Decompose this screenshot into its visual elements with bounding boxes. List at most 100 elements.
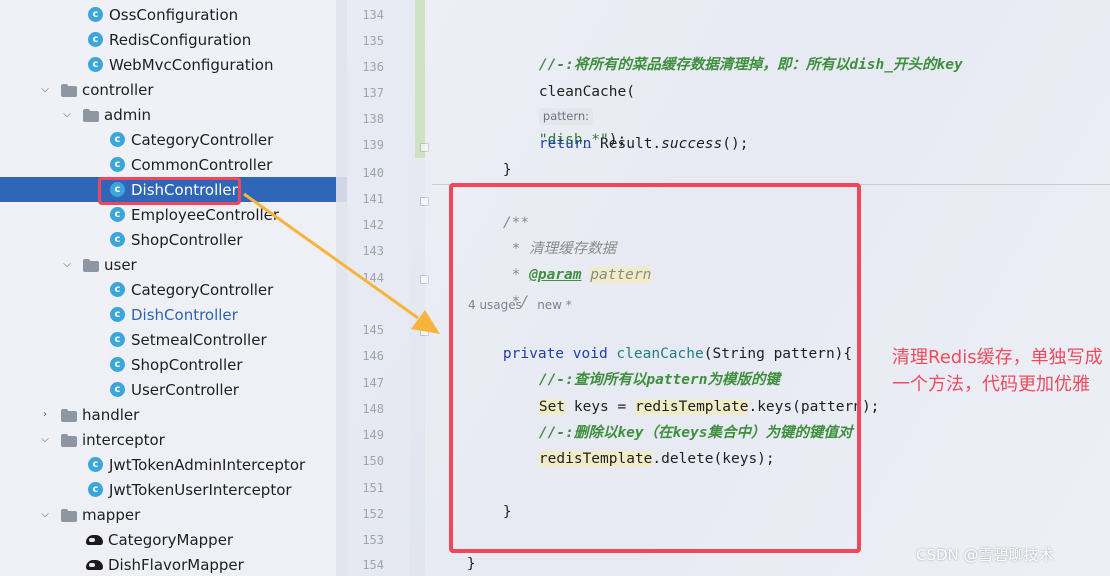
chevron-down-icon[interactable]: ⌵ bbox=[38, 434, 52, 445]
chevron-right-icon[interactable]: › bbox=[38, 409, 52, 420]
vcs-change-marker[interactable] bbox=[415, 0, 425, 158]
tree-item-label: DishController bbox=[131, 305, 238, 324]
class-icon: c bbox=[110, 157, 125, 172]
folder-icon bbox=[82, 108, 100, 122]
tree-item-oss-configuration[interactable]: c OssConfiguration bbox=[0, 2, 347, 27]
class-icon: c bbox=[88, 482, 103, 497]
line-number: 134 bbox=[362, 8, 384, 22]
project-tree: c OssConfiguration c RedisConfiguration … bbox=[0, 0, 347, 576]
closing-brace: } bbox=[502, 162, 512, 178]
line-number: 136 bbox=[362, 60, 384, 74]
line-number: 151 bbox=[362, 481, 384, 495]
class-icon: c bbox=[110, 232, 125, 247]
folder-icon bbox=[60, 433, 78, 447]
line-number: 144 bbox=[362, 271, 384, 285]
tree-folder-admin[interactable]: ⌵ admin bbox=[0, 102, 347, 127]
tree-item-label: SetmealController bbox=[131, 330, 267, 349]
mybatis-bird-icon bbox=[86, 533, 103, 546]
chevron-down-icon[interactable]: ⌵ bbox=[38, 84, 52, 95]
line-number: 135 bbox=[362, 34, 384, 48]
tree-item-label: EmployeeController bbox=[131, 205, 280, 224]
line-number: 152 bbox=[362, 507, 384, 521]
tree-item-category-controller-admin[interactable]: c CategoryController bbox=[0, 127, 347, 152]
static-method: success bbox=[661, 136, 723, 152]
mybatis-bird-icon bbox=[86, 558, 103, 571]
tree-item-jwt-admin-interceptor[interactable]: c JwtTokenAdminInterceptor bbox=[0, 452, 347, 477]
line-number: 149 bbox=[362, 428, 384, 442]
tree-folder-user[interactable]: ⌵ user bbox=[0, 252, 347, 277]
line-number: 148 bbox=[362, 402, 384, 416]
code-punct: (); bbox=[722, 136, 749, 152]
tree-item-label: controller bbox=[82, 80, 154, 99]
line-number: 150 bbox=[362, 454, 384, 468]
line-number: 141 bbox=[362, 192, 384, 206]
tree-item-label: user bbox=[104, 255, 137, 274]
tree-item-category-controller-user[interactable]: c CategoryController bbox=[0, 277, 347, 302]
tree-item-dish-flavor-mapper[interactable]: DishFlavorMapper bbox=[0, 552, 347, 576]
class-icon: c bbox=[88, 32, 103, 47]
line-number: 140 bbox=[362, 166, 384, 180]
line-number: 139 bbox=[362, 138, 384, 152]
tree-item-label: mapper bbox=[82, 505, 141, 524]
tree-item-shop-controller-admin[interactable]: c ShopController bbox=[0, 227, 347, 252]
tree-item-label: JwtTokenUserInterceptor bbox=[109, 480, 292, 499]
code-line-138: return Result.success(); bbox=[504, 108, 749, 152]
line-number: 145 bbox=[362, 323, 384, 337]
watermark: CSDN @雪碧聊技术 bbox=[916, 546, 1054, 564]
tree-folder-handler[interactable]: › handler bbox=[0, 402, 347, 427]
selection-highlight-box bbox=[98, 177, 241, 205]
tree-item-label: CategoryController bbox=[131, 130, 274, 149]
class-icon: c bbox=[110, 382, 125, 397]
code-line-139: } bbox=[468, 134, 512, 178]
tree-item-dish-controller-user[interactable]: c DishController bbox=[0, 302, 347, 327]
class-icon: c bbox=[110, 357, 125, 372]
line-number: 138 bbox=[362, 112, 384, 126]
code-line-135: //-:将所有的菜品缓存数据清理掉，即：所有以dish_开头的key bbox=[504, 29, 963, 73]
tree-item-redis-configuration[interactable]: c RedisConfiguration bbox=[0, 27, 347, 52]
chevron-down-icon[interactable]: ⌵ bbox=[60, 259, 74, 270]
annotation-note: 清理Redis缓存，单独写成一个方法，代码更加优雅 bbox=[892, 347, 1103, 395]
tree-item-label: WebMvcConfiguration bbox=[109, 55, 274, 74]
tree-item-label: interceptor bbox=[82, 430, 165, 449]
tree-scrollbar[interactable] bbox=[336, 0, 347, 576]
tree-folder-mapper[interactable]: ⌵ mapper bbox=[0, 502, 347, 527]
code-text: Result. bbox=[591, 136, 662, 152]
tree-item-category-mapper[interactable]: CategoryMapper bbox=[0, 527, 347, 552]
tree-item-jwt-user-interceptor[interactable]: c JwtTokenUserInterceptor bbox=[0, 477, 347, 502]
tree-item-shop-controller-user[interactable]: c ShopController bbox=[0, 352, 347, 377]
keyword-return: return bbox=[538, 136, 592, 152]
class-icon: c bbox=[110, 307, 125, 322]
class-icon: c bbox=[110, 282, 125, 297]
tree-item-label: OssConfiguration bbox=[109, 5, 239, 24]
line-number: 154 bbox=[362, 558, 384, 572]
class-icon: c bbox=[110, 332, 125, 347]
tree-item-label: handler bbox=[82, 405, 140, 424]
chevron-down-icon[interactable]: ⌵ bbox=[38, 509, 52, 520]
tree-item-label: CategoryController bbox=[131, 280, 274, 299]
tree-item-employee-controller[interactable]: c EmployeeController bbox=[0, 202, 347, 227]
tree-item-label: UserController bbox=[131, 380, 239, 399]
tree-item-user-controller[interactable]: c UserController bbox=[0, 377, 347, 402]
line-number: 147 bbox=[362, 376, 384, 390]
chevron-down-icon[interactable]: ⌵ bbox=[60, 109, 74, 120]
class-icon: c bbox=[110, 132, 125, 147]
line-number: 143 bbox=[362, 244, 384, 258]
folder-icon bbox=[60, 83, 78, 97]
class-icon: c bbox=[110, 207, 125, 222]
folder-icon bbox=[60, 508, 78, 522]
tree-item-label: CategoryMapper bbox=[108, 530, 234, 549]
tree-item-common-controller[interactable]: c CommonController bbox=[0, 152, 347, 177]
tree-item-label: admin bbox=[104, 105, 151, 124]
method-call: cleanCache( bbox=[538, 84, 635, 100]
folder-icon bbox=[82, 258, 100, 272]
tree-item-webmvc-configuration[interactable]: c WebMvcConfiguration bbox=[0, 52, 347, 77]
line-number: 146 bbox=[362, 349, 384, 363]
class-icon: c bbox=[88, 7, 103, 22]
folder-icon bbox=[60, 408, 78, 422]
line-number: 153 bbox=[362, 533, 384, 547]
tree-item-label: ShopController bbox=[131, 230, 243, 249]
tree-item-label: CommonController bbox=[131, 155, 273, 174]
tree-item-setmeal-controller[interactable]: c SetmealController bbox=[0, 327, 347, 352]
tree-folder-controller[interactable]: ⌵ controller bbox=[0, 77, 347, 102]
tree-folder-interceptor[interactable]: ⌵ interceptor bbox=[0, 427, 347, 452]
